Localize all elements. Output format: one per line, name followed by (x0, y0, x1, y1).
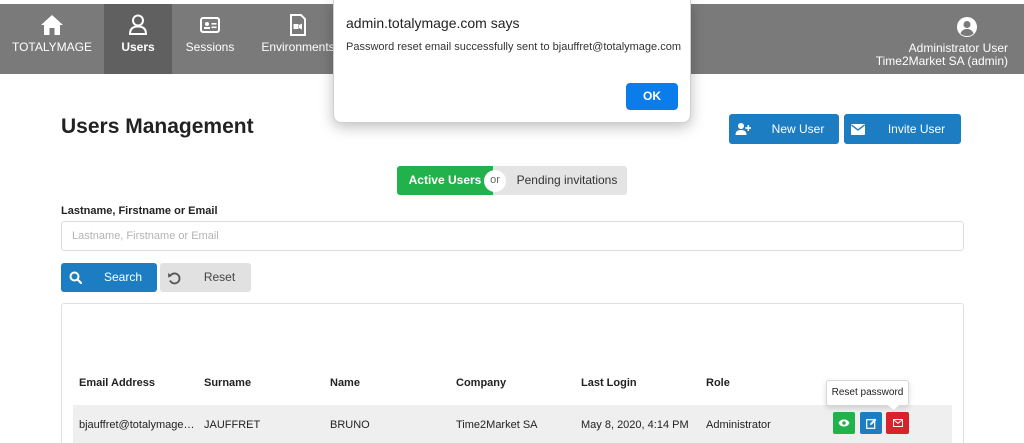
view-user-button[interactable] (833, 412, 855, 434)
new-user-button[interactable]: New User (729, 114, 839, 144)
search-button[interactable]: Search (61, 263, 157, 292)
reset-button[interactable]: Reset (160, 263, 251, 292)
nav-users-label: Users (121, 40, 155, 54)
nav-environments[interactable]: Environments (252, 4, 344, 74)
nav-brand-label: TOTALYMAGE (11, 40, 92, 54)
nav-home[interactable]: TOTALYMAGE (0, 4, 104, 74)
reset-button-label: Reset (203, 270, 236, 284)
search-input[interactable] (61, 221, 964, 251)
cell-email: bjauffret@totalymage… (79, 419, 195, 431)
home-icon (41, 15, 63, 35)
reset-password-button[interactable] (886, 412, 909, 434)
toggle-or-separator: or (484, 170, 506, 192)
nav-sessions[interactable]: Sessions (172, 4, 248, 74)
nav-user-menu[interactable]: Administrator User Time2Market SA (admin… (876, 4, 1008, 74)
cell-name: BRUNO (330, 419, 370, 431)
user-circle-icon (957, 17, 977, 37)
cell-last-login: May 8, 2020, 4:14 PM (581, 419, 689, 431)
column-header-role[interactable]: Role (706, 377, 730, 389)
dialog-title: admin.totalymage.com says (346, 15, 520, 31)
user-plus-icon (729, 114, 757, 144)
nav-users[interactable]: Users (104, 4, 172, 74)
id-card-icon (200, 17, 220, 33)
column-header-name[interactable]: Name (330, 377, 360, 389)
reset-password-tooltip: Reset password (826, 380, 909, 406)
search-button-label: Search (103, 270, 143, 284)
column-header-company[interactable]: Company (456, 377, 506, 389)
edit-user-button[interactable] (860, 412, 882, 434)
envelope-icon (844, 114, 872, 144)
new-user-label: New User (771, 122, 825, 136)
eye-icon (838, 419, 850, 427)
invite-user-button[interactable]: Invite User (844, 114, 961, 144)
column-header-last-login[interactable]: Last Login (581, 377, 637, 389)
nav-user-org: Time2Market SA (admin) (875, 54, 1008, 68)
user-icon (128, 14, 148, 35)
column-header-surname[interactable]: Surname (204, 377, 251, 389)
undo-icon (160, 263, 188, 292)
envelope-icon (892, 419, 903, 427)
dialog-message: Password reset email successfully sent t… (346, 41, 681, 53)
cell-role: Administrator (706, 419, 771, 431)
tab-active-users[interactable]: Active Users (397, 166, 493, 195)
search-icon (61, 263, 89, 292)
alert-dialog: admin.totalymage.com says Password reset… (333, 0, 691, 123)
file-video-icon (290, 14, 306, 36)
search-label: Lastname, Firstname or Email (61, 205, 218, 217)
cell-company: Time2Market SA (456, 419, 538, 431)
page-title: Users Management (61, 115, 254, 138)
column-header-email[interactable]: Email Address (79, 377, 155, 389)
nav-sessions-label: Sessions (185, 40, 235, 54)
cell-surname: JAUFFRET (204, 419, 261, 431)
nav-environments-label: Environments (261, 40, 335, 54)
tab-pending-invitations[interactable]: Pending invitations (493, 166, 627, 195)
dialog-ok-button[interactable]: OK (626, 83, 678, 110)
edit-icon (865, 418, 876, 429)
invite-user-label: Invite User (887, 122, 946, 136)
